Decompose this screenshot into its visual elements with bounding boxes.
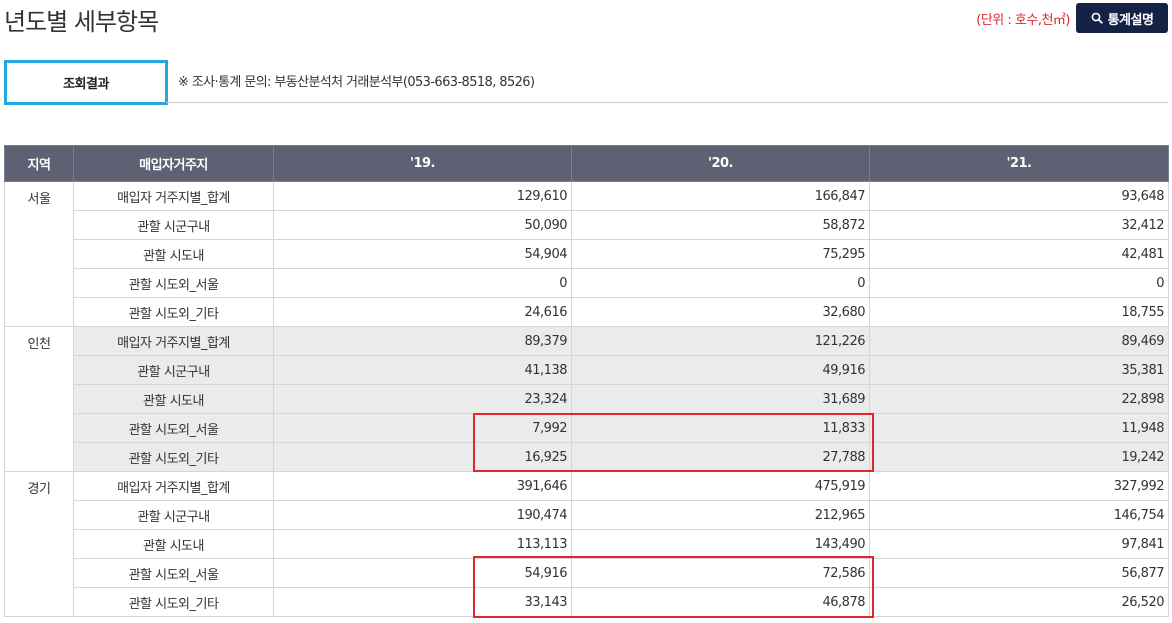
value-cell: 72,586 (571, 558, 870, 588)
value-cell: 54,916 (273, 558, 572, 588)
item-cell: 관할 시도외_서울 (73, 558, 274, 588)
value-cell: 23,324 (273, 384, 572, 414)
tab-query-result[interactable]: 조회결과 (4, 60, 168, 105)
item-cell: 관할 시군구내 (73, 210, 274, 240)
table-row: 관할 시도외_서울 0 0 0 (5, 268, 1169, 298)
item-cell: 관할 시도외_기타 (73, 297, 274, 327)
table-row: 관할 시군구내 41,138 49,916 35,381 (5, 355, 1169, 385)
value-cell: 24,616 (273, 297, 572, 327)
value-cell: 0 (869, 268, 1169, 298)
stats-table: 지역 매입자거주지 '19. '20. '21. 서울 매입자 거주지별_합계 12… (4, 145, 1169, 617)
value-cell: 32,680 (571, 297, 870, 327)
table-row: 관할 시도내 113,113 143,490 97,841 (5, 529, 1169, 559)
value-cell: 475,919 (571, 471, 870, 501)
value-cell: 146,754 (869, 500, 1169, 530)
value-cell: 327,992 (869, 471, 1169, 501)
value-cell: 0 (273, 268, 572, 298)
region-cell: 경기 (4, 471, 74, 617)
unit-note: (단위 : 호수,천㎡) (976, 13, 1070, 28)
item-cell: 매입자 거주지별_합계 (73, 471, 274, 501)
table-row: 관할 시군구내 50,090 58,872 32,412 (5, 210, 1169, 240)
value-cell: 42,481 (869, 239, 1169, 269)
item-cell: 매입자 거주지별_합계 (73, 181, 274, 211)
item-cell: 관할 시도내 (73, 529, 274, 559)
table-row: 인천 매입자 거주지별_합계 89,379 121,226 89,469 (4, 326, 1169, 472)
value-cell: 50,090 (273, 210, 572, 240)
section-divider (166, 102, 1168, 103)
value-cell: 26,520 (869, 587, 1169, 617)
value-cell: 19,242 (869, 442, 1169, 472)
item-cell: 매입자 거주지별_합계 (73, 326, 274, 356)
item-cell: 관할 시도외_기타 (73, 442, 274, 472)
col-header-2021: '21. (869, 145, 1169, 182)
search-icon (1091, 12, 1103, 24)
value-cell: 75,295 (571, 239, 870, 269)
value-cell: 35,381 (869, 355, 1169, 385)
table-row: 경기 매입자 거주지별_합계 391,646 475,919 327,992 (4, 471, 1169, 617)
value-cell: 31,689 (571, 384, 870, 414)
value-cell: 166,847 (571, 181, 870, 211)
value-cell: 7,992 (273, 413, 572, 443)
value-cell: 113,113 (273, 529, 572, 559)
value-cell: 143,490 (571, 529, 870, 559)
table-row: 관할 시도외_기타 16,925 27,788 19,242 (5, 442, 1169, 472)
value-cell: 93,648 (869, 181, 1169, 211)
table-row: 관할 시도외_서울 7,992 11,833 11,948 (5, 413, 1169, 443)
item-cell: 관할 시도내 (73, 239, 274, 269)
value-cell: 32,412 (869, 210, 1169, 240)
value-cell: 16,925 (273, 442, 572, 472)
value-cell: 27,788 (571, 442, 870, 472)
table-row: 관할 시도내 23,324 31,689 22,898 (5, 384, 1169, 414)
value-cell: 33,143 (273, 587, 572, 617)
value-cell: 54,904 (273, 239, 572, 269)
value-cell: 391,646 (273, 471, 572, 501)
table-row: 서울 매입자 거주지별_합계 129,610 166,847 93,648 (4, 181, 1169, 327)
table-row: 관할 시도외_기타 33,143 46,878 26,520 (5, 587, 1169, 617)
item-cell: 관할 시도외_서울 (73, 268, 274, 298)
page-title: 년도별 세부항목 (4, 8, 159, 36)
value-cell: 58,872 (571, 210, 870, 240)
value-cell: 212,965 (571, 500, 870, 530)
value-cell: 49,916 (571, 355, 870, 385)
stats-explanation-label: 통계설명 (1107, 12, 1154, 28)
value-cell: 41,138 (273, 355, 572, 385)
table-row: 관할 시도외_기타 24,616 32,680 18,755 (5, 297, 1169, 327)
col-header-region: 지역 (4, 145, 74, 182)
item-cell: 관할 시도내 (73, 384, 274, 414)
region-cell: 서울 (4, 181, 74, 327)
table-row: 관할 시도외_서울 54,916 72,586 56,877 (5, 558, 1169, 588)
region-cell: 인천 (4, 326, 74, 472)
value-cell: 11,833 (571, 413, 870, 443)
value-cell: 89,379 (273, 326, 572, 356)
value-cell: 129,610 (273, 181, 572, 211)
value-cell: 0 (571, 268, 870, 298)
value-cell: 56,877 (869, 558, 1169, 588)
col-header-buyer-residence: 매입자거주지 (73, 145, 274, 182)
tab-query-result-label: 조회결과 (63, 77, 109, 92)
value-cell: 97,841 (869, 529, 1169, 559)
stats-explanation-button[interactable]: 통계설명 (1076, 3, 1168, 33)
value-cell: 46,878 (571, 587, 870, 617)
value-cell: 22,898 (869, 384, 1169, 414)
item-cell: 관할 시군구내 (73, 500, 274, 530)
value-cell: 11,948 (869, 413, 1169, 443)
table-header-row: 지역 매입자거주지 '19. '20. '21. (4, 145, 1169, 182)
value-cell: 190,474 (273, 500, 572, 530)
value-cell: 18,755 (869, 297, 1169, 327)
item-cell: 관할 시도외_서울 (73, 413, 274, 443)
table-row: 관할 시도내 54,904 75,295 42,481 (5, 239, 1169, 269)
item-cell: 관할 시도외_기타 (73, 587, 274, 617)
table-row: 관할 시군구내 190,474 212,965 146,754 (5, 500, 1169, 530)
col-header-2020: '20. (571, 145, 870, 182)
table-body: 서울 매입자 거주지별_합계 129,610 166,847 93,648 관할 시군구내… (4, 181, 1169, 617)
col-header-2019: '19. (273, 145, 572, 182)
item-cell: 관할 시군구내 (73, 355, 274, 385)
value-cell: 89,469 (869, 326, 1169, 356)
inquiry-contact-note: ※ 조사·통계 문의: 부동산분석처 거래분석부(053-663-8518, 8… (178, 75, 535, 90)
value-cell: 121,226 (571, 326, 870, 356)
